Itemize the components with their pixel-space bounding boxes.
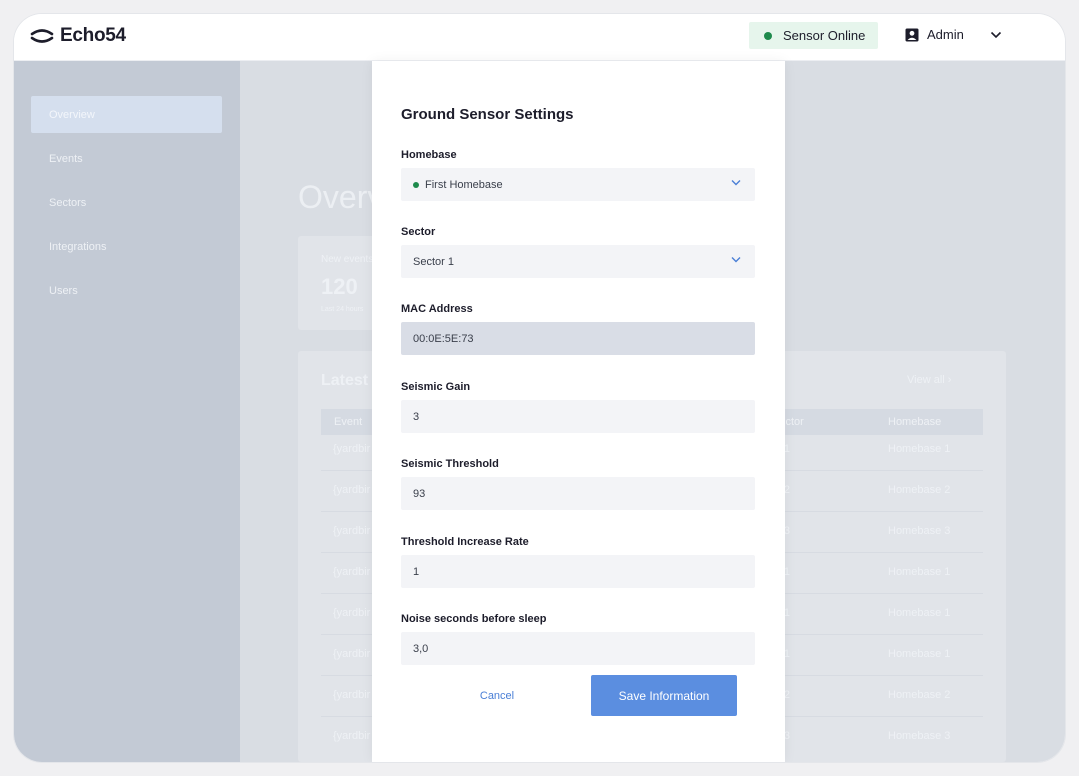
chevron-down-icon[interactable] [990, 31, 1002, 39]
seismic-gain-label: Seismic Gain [401, 381, 471, 393]
user-menu[interactable]: Admin [905, 27, 1002, 42]
table-cell-homebase: Homebase 1 [888, 607, 951, 619]
seismic-gain-value: 3 [413, 410, 420, 423]
sidebar-item-sectors[interactable]: Sectors [31, 184, 222, 221]
table-cell-homebase: Homebase 3 [888, 730, 951, 742]
latest-title: Latest [321, 372, 369, 389]
homebase-label: Homebase [401, 149, 457, 161]
table-cell-event: {yardbir [333, 730, 371, 742]
save-information-button[interactable]: Save Information [591, 675, 737, 716]
table-cell-homebase: Homebase 1 [888, 648, 951, 660]
online-dot-icon [413, 181, 419, 188]
table-cell-event: {yardbir [333, 525, 371, 537]
table-cell-homebase: Homebase 1 [888, 566, 951, 578]
table-cell-homebase: Homebase 2 [888, 484, 951, 496]
view-all-label: View all [907, 374, 945, 386]
logo[interactable]: Echo54 [30, 25, 126, 47]
top-bar: Echo54 Sensor Online Admin [14, 14, 1065, 61]
sidebar-item-integrations[interactable]: Integrations [31, 228, 222, 265]
seismic-threshold-input[interactable]: 93 [401, 477, 755, 510]
view-all-link[interactable]: View all › [907, 374, 951, 386]
sector-label: Sector [401, 226, 436, 238]
sidebar-item-events[interactable]: Events [31, 140, 222, 177]
noise-seconds-value: 3,0 [413, 642, 429, 655]
sidebar-item-users[interactable]: Users [31, 272, 222, 309]
sector-value: Sector 1 [413, 255, 454, 268]
table-cell-homebase: Homebase 1 [888, 443, 951, 455]
sensor-status-badge: Sensor Online [749, 22, 878, 49]
echo-logo-icon [30, 29, 54, 43]
modal-title: Ground Sensor Settings [401, 106, 574, 123]
mac-address-label: MAC Address [401, 303, 473, 315]
column-header-event: Event [334, 416, 363, 428]
table-cell-event: {yardbir [333, 648, 371, 660]
status-text: Sensor Online [783, 28, 866, 43]
table-cell-homebase: Homebase 2 [888, 689, 951, 701]
mac-address-value: 00:0E:5E:73 [413, 332, 474, 345]
cancel-button[interactable]: Cancel [467, 681, 527, 711]
sidebar: Overview Events Sectors Integrations Use… [14, 61, 240, 762]
noise-seconds-label: Noise seconds before sleep [401, 613, 547, 625]
seismic-threshold-value: 93 [413, 487, 426, 500]
chevron-down-icon [731, 257, 741, 263]
table-cell-event: {yardbir [333, 607, 371, 619]
app-name: Echo54 [60, 25, 126, 46]
ground-sensor-settings-modal: Ground Sensor Settings Homebase First Ho… [372, 61, 785, 762]
seismic-threshold-label: Seismic Threshold [401, 458, 499, 470]
chevron-down-icon [731, 180, 741, 186]
user-icon [905, 28, 919, 41]
threshold-increase-rate-label: Threshold Increase Rate [401, 536, 529, 548]
stat-label: New events [321, 254, 374, 265]
status-dot-icon [764, 31, 772, 40]
threshold-increase-rate-value: 1 [413, 565, 420, 578]
user-label: Admin [927, 27, 964, 42]
noise-seconds-input[interactable]: 3,0 [401, 632, 755, 665]
chevron-right-icon: › [947, 374, 952, 386]
seismic-gain-input[interactable]: 3 [401, 400, 755, 433]
homebase-value: First Homebase [425, 178, 503, 191]
table-cell-event: {yardbir [333, 566, 371, 578]
homebase-select[interactable]: First Homebase [401, 168, 755, 201]
table-cell-homebase: Homebase 3 [888, 525, 951, 537]
app-window: Echo54 Sensor Online Admin Overview Even… [14, 14, 1065, 762]
table-cell-event: {yardbir [333, 443, 371, 455]
stat-sub: Last 24 hours [321, 306, 364, 313]
table-cell-event: {yardbir [333, 484, 371, 496]
threshold-increase-rate-input[interactable]: 1 [401, 555, 755, 588]
sector-select[interactable]: Sector 1 [401, 245, 755, 278]
sidebar-item-overview[interactable]: Overview [31, 96, 222, 133]
column-header-homebase: Homebase [888, 416, 942, 428]
stat-value: 120 [321, 274, 358, 299]
mac-address-field: 00:0E:5E:73 [401, 322, 755, 355]
table-cell-event: {yardbir [333, 689, 371, 701]
